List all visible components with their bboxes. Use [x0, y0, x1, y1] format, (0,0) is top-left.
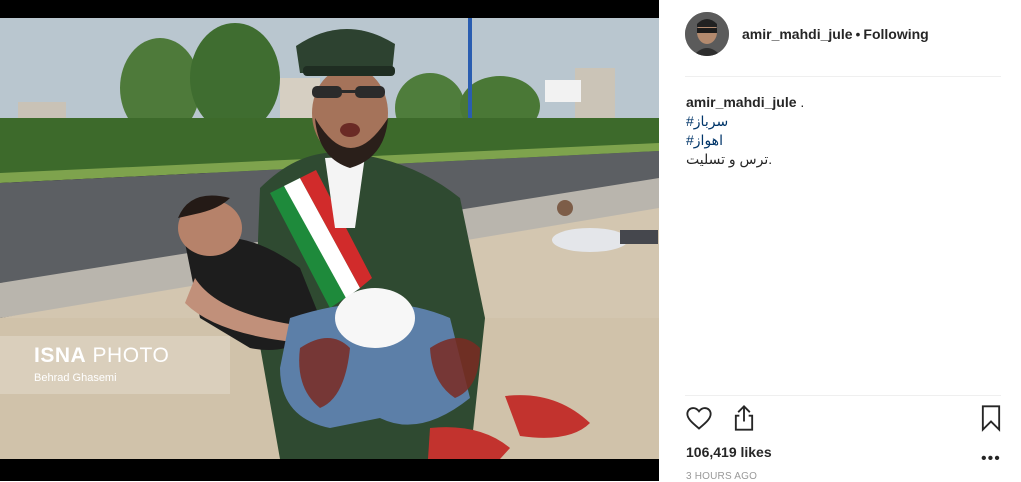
photo-watermark: ISNA PHOTO Behrad Ghasemi [0, 336, 230, 394]
post-photo[interactable]: ISNA PHOTO Behrad Ghasemi [0, 18, 659, 459]
more-options-button[interactable]: ••• [981, 450, 1001, 468]
header-divider [685, 76, 1001, 77]
post-caption: amir_mahdi_jule . #سرباز #اهواز ترس و تس… [686, 93, 996, 169]
header-username[interactable]: amir_mahdi_jule [742, 26, 853, 42]
share-icon[interactable] [730, 404, 758, 437]
post-actions [685, 404, 1005, 436]
watermark-brand: ISNA PHOTO [34, 344, 170, 367]
following-button[interactable]: Following [863, 26, 928, 42]
post-sidebar: amir_mahdi_jule • Following amir_mahdi_jul… [659, 0, 1021, 482]
hashtag-link[interactable]: #اهواز [686, 131, 996, 150]
header-text: amir_mahdi_jule • Following [742, 26, 929, 42]
timestamp[interactable]: 3 HOURS AGO [686, 471, 757, 482]
post-photo-pane: ISNA PHOTO Behrad Ghasemi [0, 0, 659, 481]
watermark-credit: Behrad Ghasemi [34, 372, 117, 384]
bookmark-icon[interactable] [977, 404, 1005, 437]
hashtag-link[interactable]: #سرباز [686, 112, 996, 131]
caption-suffix: . [796, 94, 805, 110]
avatar[interactable] [685, 12, 729, 56]
heart-icon[interactable] [685, 404, 713, 437]
caption-text: ترس و تسلیت. [686, 151, 773, 167]
caption-first-line: amir_mahdi_jule . [686, 93, 996, 112]
actions-divider [685, 395, 1001, 396]
post-header: amir_mahdi_jule • Following [685, 12, 1005, 56]
header-separator: • [855, 26, 861, 42]
caption-username[interactable]: amir_mahdi_jule [686, 94, 797, 110]
avatar-image [685, 12, 729, 56]
likes-count[interactable]: 106,419 likes [686, 444, 772, 460]
